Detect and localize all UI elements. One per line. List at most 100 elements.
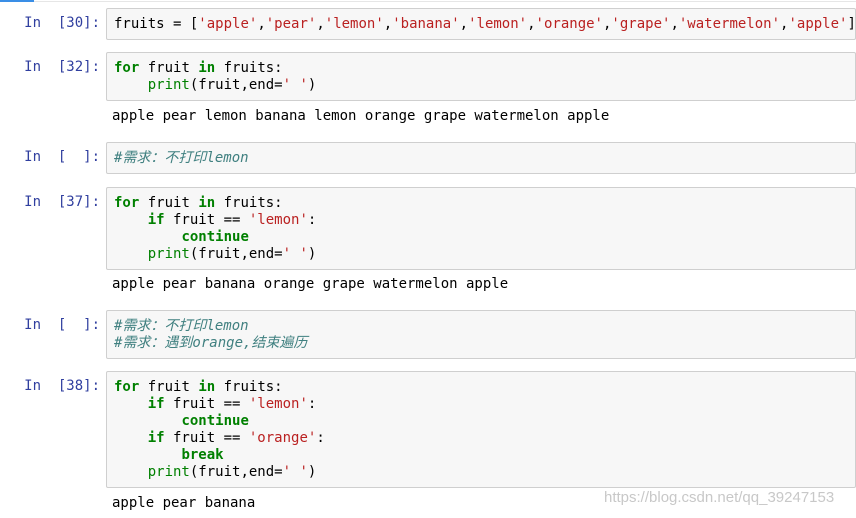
code-token: print bbox=[147, 246, 190, 262]
code-token: , bbox=[527, 16, 536, 32]
code-token: , bbox=[459, 16, 469, 32]
code-token: #需求：不打印lemon bbox=[114, 318, 249, 334]
cell-output: apple pear banana bbox=[112, 495, 256, 511]
code-token: for bbox=[114, 195, 140, 211]
code-token: 'apple' bbox=[788, 16, 848, 32]
input-prompt: In [30]: bbox=[24, 15, 100, 31]
code-token: print bbox=[147, 77, 190, 93]
code-line: print(fruit,end=' ') bbox=[114, 464, 855, 481]
code-line: continue bbox=[114, 413, 855, 430]
code-token: , bbox=[383, 16, 393, 32]
top-bar bbox=[0, 0, 856, 3]
code-token: ) bbox=[307, 464, 317, 480]
code-token: , bbox=[316, 16, 325, 32]
top-accent-line bbox=[0, 0, 34, 2]
code-token: 'grape' bbox=[611, 16, 671, 32]
code-token: (fruit,end= bbox=[189, 77, 283, 93]
code-line: if fruit == 'orange': bbox=[114, 430, 855, 447]
code-token: ' ' bbox=[282, 77, 308, 93]
code-line: continue bbox=[114, 229, 855, 246]
code-input[interactable]: #需求：不打印lemon #需求：遇到orange,结束遍历 bbox=[106, 310, 856, 359]
code-token: fruits: bbox=[215, 195, 283, 211]
code-input[interactable]: for fruit in fruits: print(fruit,end=' '… bbox=[106, 52, 856, 101]
code-token: break bbox=[181, 447, 224, 463]
code-token: : bbox=[307, 396, 317, 412]
code-token: 'watermelon' bbox=[678, 16, 781, 32]
code-input[interactable]: fruits = ['apple','pear','lemon','banana… bbox=[106, 8, 856, 40]
code-line: for fruit in fruits: bbox=[114, 195, 855, 212]
input-prompt: In [ ]: bbox=[24, 149, 100, 165]
code-token: 'apple' bbox=[198, 16, 258, 32]
code-input[interactable]: #需求：不打印lemon bbox=[106, 142, 856, 174]
code-token: ) bbox=[307, 77, 317, 93]
code-line: for fruit in fruits: bbox=[114, 60, 855, 77]
code-token: , bbox=[670, 16, 679, 32]
code-input[interactable]: for fruit in fruits: if fruit == 'lemon'… bbox=[106, 371, 856, 488]
code-token: fruit bbox=[139, 60, 199, 76]
code-token: for bbox=[114, 379, 140, 395]
input-prompt: In [37]: bbox=[24, 194, 100, 210]
code-token: fruits: bbox=[215, 379, 283, 395]
code-input[interactable]: for fruit in fruits: if fruit == 'lemon'… bbox=[106, 187, 856, 270]
code-line: print(fruit,end=' ') bbox=[114, 77, 855, 94]
code-token: in bbox=[198, 379, 216, 395]
code-token: if bbox=[147, 430, 165, 446]
code-token: ' ' bbox=[282, 464, 308, 480]
code-token: 'orange' bbox=[535, 16, 603, 32]
code-token: #需求：遇到orange,结束遍历 bbox=[114, 335, 308, 351]
code-line: print(fruit,end=' ') bbox=[114, 246, 855, 263]
code-line: #需求：不打印lemon bbox=[114, 318, 855, 335]
code-token: : bbox=[316, 430, 325, 446]
code-token: 'lemon' bbox=[248, 212, 308, 228]
code-token: fruit == bbox=[164, 396, 249, 412]
code-token: ) bbox=[307, 246, 317, 262]
code-token: fruit == bbox=[164, 212, 249, 228]
cell-output: apple pear lemon banana lemon orange gra… bbox=[112, 108, 610, 124]
code-token: : bbox=[307, 212, 317, 228]
code-token: 'lemon' bbox=[248, 396, 308, 412]
code-token: fruit == bbox=[164, 430, 249, 446]
code-token: fruit bbox=[139, 195, 199, 211]
code-token: (fruit,end= bbox=[189, 246, 283, 262]
code-token: fruits = [ bbox=[114, 16, 199, 32]
code-token: fruit bbox=[139, 379, 199, 395]
code-token: ] bbox=[847, 16, 856, 32]
code-line: for fruit in fruits: bbox=[114, 379, 855, 396]
code-line: if fruit == 'lemon': bbox=[114, 396, 855, 413]
code-token: fruits: bbox=[215, 60, 283, 76]
code-token: 'pear' bbox=[265, 16, 317, 32]
watermark: https://blog.csdn.net/qq_39247153 bbox=[604, 489, 835, 506]
top-divider bbox=[34, 1, 856, 2]
input-prompt: In [ ]: bbox=[24, 317, 100, 333]
code-token: #需求：不打印lemon bbox=[114, 150, 249, 166]
input-prompt: In [32]: bbox=[24, 59, 100, 75]
code-line: fruits = ['apple','pear','lemon','banana… bbox=[114, 16, 856, 33]
code-token: if bbox=[147, 396, 165, 412]
code-line: if fruit == 'lemon': bbox=[114, 212, 855, 229]
code-token: 'banana' bbox=[392, 16, 460, 32]
code-line: #需求：遇到orange,结束遍历 bbox=[114, 335, 855, 352]
code-token: continue bbox=[181, 413, 249, 429]
code-token: 'orange' bbox=[248, 430, 317, 446]
cell-output: apple pear banana orange grape watermelo… bbox=[112, 276, 509, 292]
code-line: #需求：不打印lemon bbox=[114, 150, 855, 167]
code-token: if bbox=[147, 212, 165, 228]
code-token: ' ' bbox=[282, 246, 308, 262]
code-token: for bbox=[114, 60, 140, 76]
input-prompt: In [38]: bbox=[24, 378, 100, 394]
code-token: in bbox=[198, 195, 216, 211]
code-token: 'lemon' bbox=[324, 16, 384, 32]
code-line: break bbox=[114, 447, 855, 464]
code-token: continue bbox=[181, 229, 249, 245]
code-token: print bbox=[147, 464, 190, 480]
code-token: 'lemon' bbox=[468, 16, 528, 32]
